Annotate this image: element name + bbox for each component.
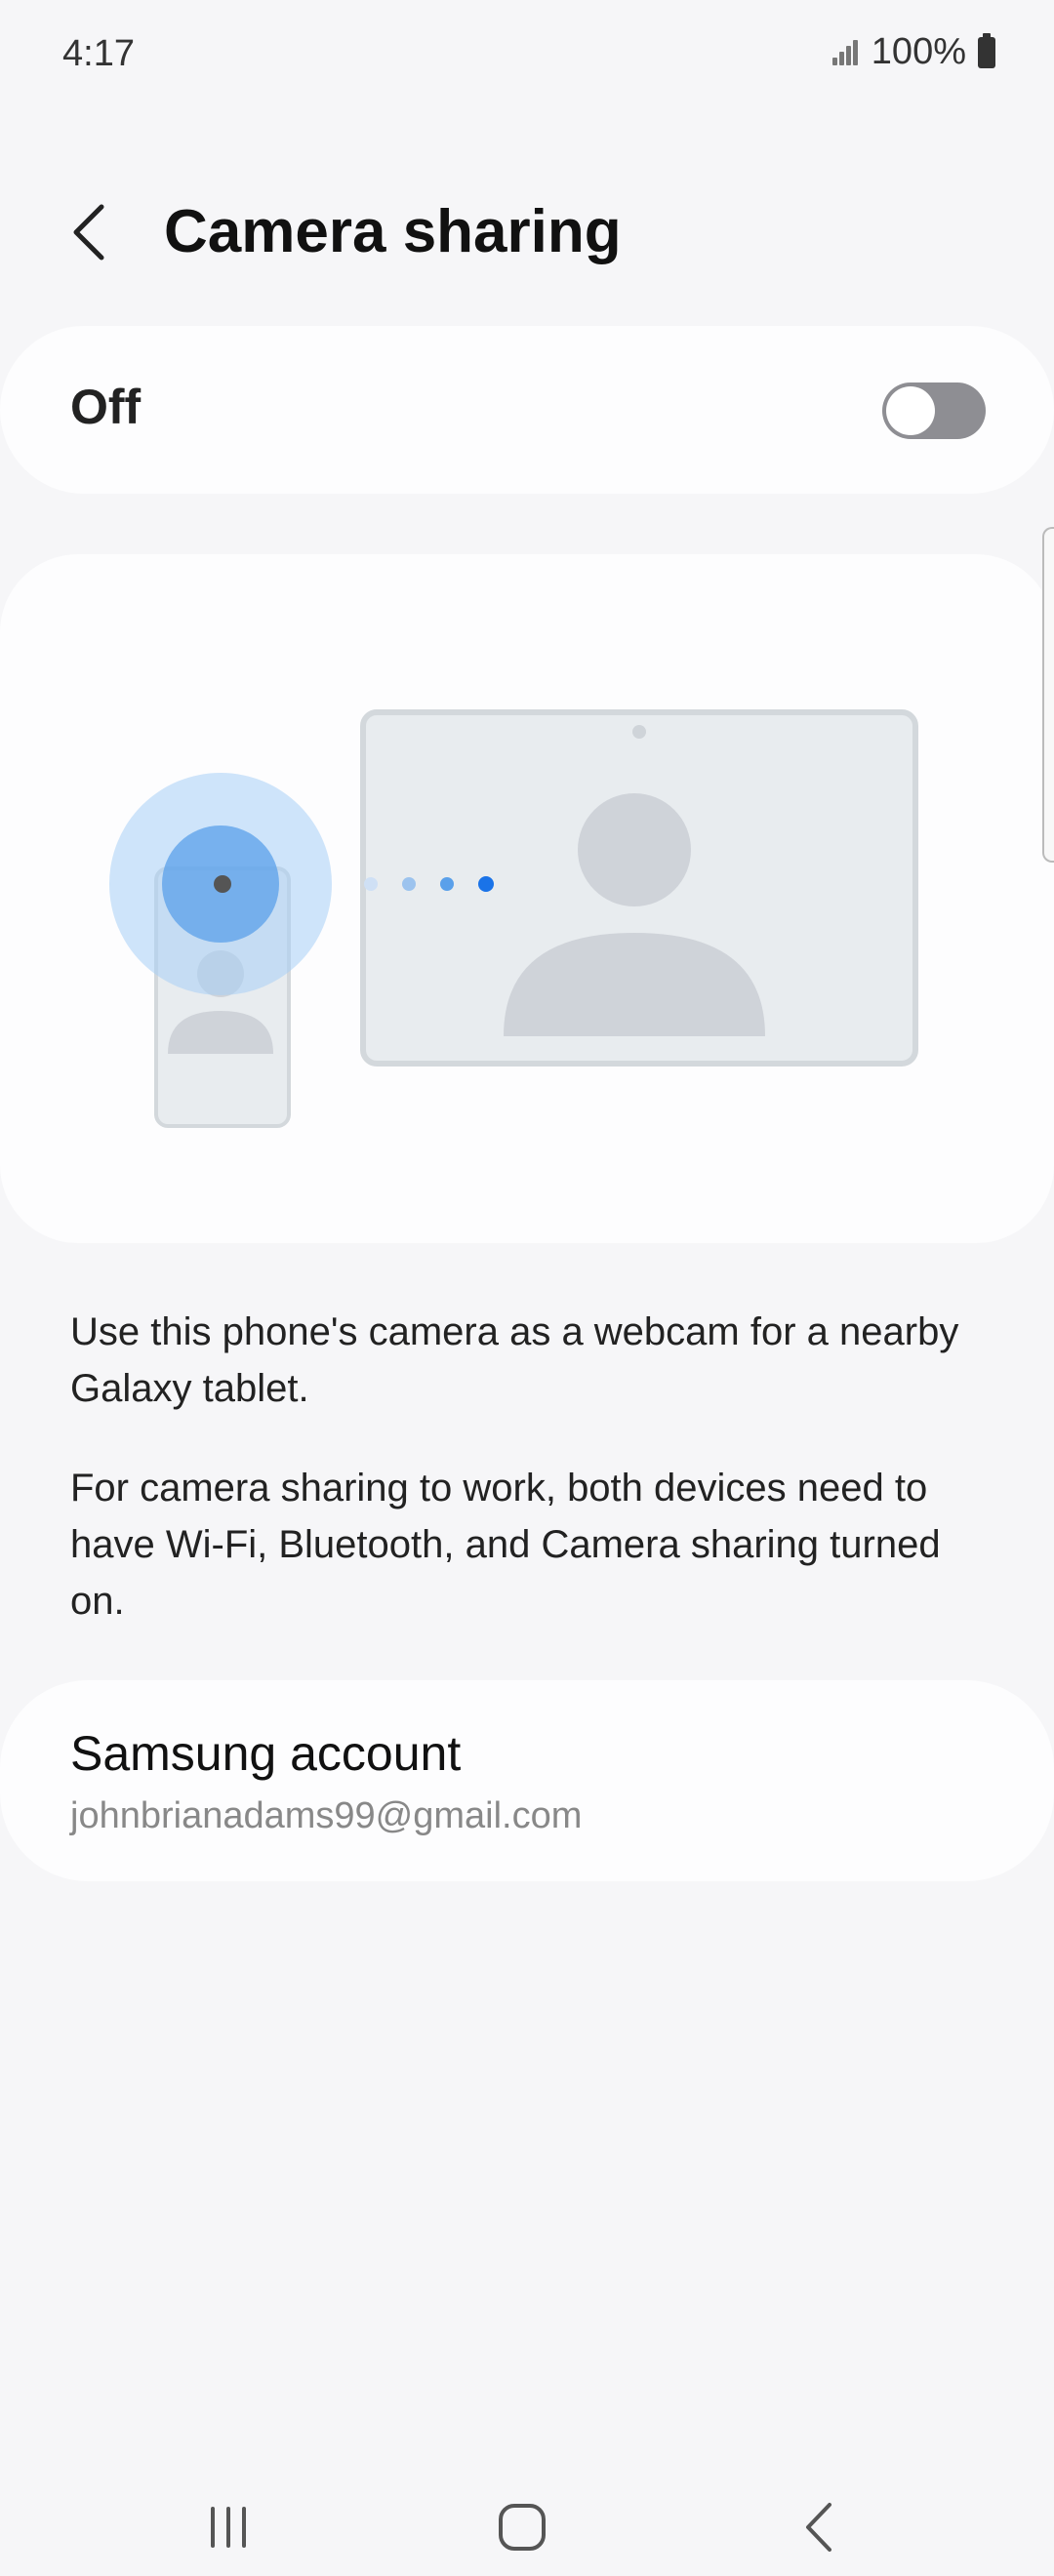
recent-apps-icon (211, 2507, 246, 2548)
home-button[interactable] (483, 2488, 561, 2566)
recent-apps-button[interactable] (189, 2488, 267, 2566)
scrollbar[interactable] (1042, 527, 1054, 863)
illustration-card (0, 554, 1054, 1243)
status-icons: 100% (831, 31, 995, 73)
master-toggle-row[interactable]: Off (0, 326, 1054, 494)
chevron-left-icon (73, 204, 104, 261)
phone-icon (109, 773, 332, 1128)
nav-back-button[interactable] (781, 2488, 859, 2566)
battery-percent: 100% (871, 31, 966, 72)
status-time: 4:17 (62, 33, 135, 74)
signal-icon (831, 38, 860, 67)
description-text: Use this phone's camera as a webcam for … (70, 1310, 959, 1410)
back-icon (806, 2503, 831, 2552)
status-bar: 4:17 100% (0, 0, 1054, 107)
account-title: Samsung account (70, 1726, 462, 1781)
requirements-text: For camera sharing to work, both devices… (70, 1467, 941, 1623)
samsung-account-row[interactable]: Samsung account johnbrianadams99@gmail.c… (0, 1680, 1054, 1881)
master-toggle-switch[interactable] (882, 382, 986, 439)
account-email: johnbrianadams99@gmail.com (70, 1795, 583, 1836)
home-icon (499, 2504, 546, 2551)
battery-icon (978, 32, 995, 68)
page-title: Camera sharing (164, 198, 622, 265)
master-toggle-label: Off (70, 380, 142, 434)
camera-sharing-illustration (109, 709, 918, 1128)
toggle-knob (886, 386, 935, 435)
navigation-bar (0, 2459, 1054, 2576)
back-button[interactable] (59, 193, 117, 271)
